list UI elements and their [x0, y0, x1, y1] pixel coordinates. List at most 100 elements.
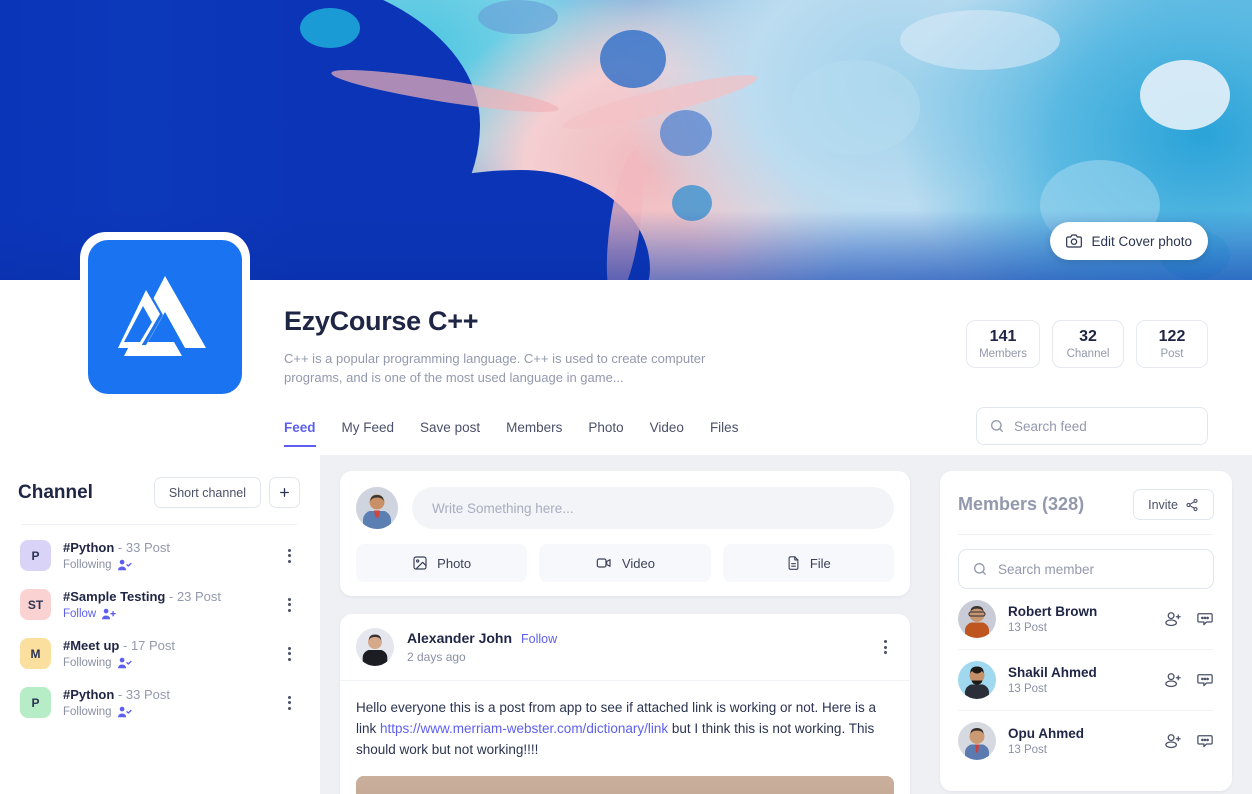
stat-channel-label: Channel [1066, 347, 1110, 360]
post-author-name: Alexander John [407, 630, 513, 646]
message-icon[interactable] [1196, 610, 1214, 628]
channel-name: #Python [63, 540, 115, 555]
plus-icon [278, 486, 291, 499]
message-icon[interactable] [1196, 671, 1214, 689]
add-channel-button[interactable] [269, 477, 300, 508]
edit-cover-photo-button[interactable]: Edit Cover photo [1050, 222, 1208, 260]
members-list: Robert Brown 13 Post Shakil Ahmed 13 Pos… [958, 589, 1214, 771]
tab-members[interactable]: Members [506, 420, 562, 447]
channel-name: #Python [63, 687, 115, 702]
post-composer: Photo Video [340, 471, 910, 596]
tab-my-feed[interactable]: My Feed [342, 420, 395, 447]
add-photo-button[interactable]: Photo [356, 544, 528, 582]
channel-avatar: P [20, 687, 51, 718]
post-image[interactable] [356, 776, 894, 794]
channel-list-item[interactable]: ST #Sample Testing - 23 Post Follow [18, 580, 300, 629]
members-title-label: Members [958, 494, 1038, 514]
search-member-input[interactable] [998, 561, 1200, 577]
page-title: EzyCourse C++ [284, 306, 479, 336]
channel-options-button[interactable] [280, 547, 298, 565]
channel-options-button[interactable] [280, 645, 298, 663]
community-logo [80, 232, 250, 402]
member-actions [1164, 732, 1214, 750]
channel-follow-label: Following [63, 657, 112, 669]
short-channel-button[interactable]: Short channel [153, 477, 261, 508]
member-list-item: Shakil Ahmed 13 Post [958, 650, 1214, 711]
composer-top [356, 487, 894, 529]
edit-cover-photo-label: Edit Cover photo [1091, 233, 1192, 249]
add-file-button[interactable]: File [722, 544, 894, 582]
channel-info: #Sample Testing - 23 Post Follow [63, 589, 268, 620]
post-header: Alexander John Follow 2 days ago [340, 614, 910, 681]
tab-save-post[interactable]: Save post [420, 420, 480, 447]
post-options-button[interactable] [876, 638, 894, 656]
add-video-button[interactable]: Video [539, 544, 711, 582]
channel-post-count: 17 Post [130, 638, 176, 653]
tab-feed[interactable]: Feed [284, 420, 316, 447]
channel-follow-state[interactable]: Follow [63, 608, 268, 620]
member-post-count: 13 Post [1008, 683, 1047, 695]
channel-separator: - [117, 540, 123, 555]
composer-input[interactable] [432, 500, 874, 516]
channel-follow-label: Following [63, 559, 112, 571]
post-follow-link[interactable]: Follow [521, 632, 557, 646]
stat-members-label: Members [979, 347, 1027, 360]
avatar[interactable] [958, 722, 996, 760]
user-check-icon [117, 706, 132, 718]
user-check-icon [117, 657, 132, 669]
channel-info: #Meet up - 17 Post Following [63, 638, 268, 669]
channel-name-row: #Sample Testing - 23 Post [63, 589, 268, 604]
channel-follow-label: Following [63, 706, 112, 718]
channel-follow-label: Follow [63, 608, 97, 620]
stat-post-value: 122 [1158, 327, 1186, 345]
member-name: Shakil Ahmed [1008, 665, 1097, 680]
tab-files[interactable]: Files [710, 420, 739, 447]
post-author-row: Alexander John Follow [407, 630, 863, 646]
channel-name: #Meet up [63, 638, 120, 653]
tab-photo[interactable]: Photo [588, 420, 623, 447]
channel-follow-state[interactable]: Following [63, 657, 268, 669]
post-text: Hello everyone this is a post from app t… [340, 681, 910, 770]
add-friend-icon[interactable] [1164, 732, 1182, 750]
member-post-count: 13 Post [1008, 744, 1047, 756]
channel-separator: - [122, 638, 128, 653]
add-video-label: Video [621, 555, 655, 571]
channel-list-item[interactable]: P #Python - 33 Post Following [18, 678, 300, 727]
channel-list: P #Python - 33 Post Following ST #Sample… [18, 531, 300, 727]
members-title: Members (328) [958, 494, 1084, 515]
channel-list-item[interactable]: M #Meet up - 17 Post Following [18, 629, 300, 678]
search-member-box[interactable] [958, 549, 1214, 589]
composer-input-wrap[interactable] [412, 487, 894, 529]
search-icon [972, 561, 988, 577]
avatar[interactable] [356, 628, 394, 666]
add-file-label: File [809, 555, 831, 571]
post-link[interactable]: https://www.merriam-webster.com/dictiona… [380, 721, 668, 736]
channel-info: #Python - 33 Post Following [63, 540, 268, 571]
stat-members-value: 141 [989, 327, 1017, 345]
channel-separator: - [117, 687, 123, 702]
message-icon[interactable] [1196, 732, 1214, 750]
invite-button[interactable]: Invite [1133, 489, 1214, 520]
avatar[interactable] [958, 661, 996, 699]
camera-icon [1066, 233, 1083, 249]
post-meta: Alexander John Follow 2 days ago [407, 630, 863, 664]
channel-follow-state[interactable]: Following [63, 559, 268, 571]
avatar [356, 487, 398, 529]
avatar[interactable] [958, 600, 996, 638]
add-friend-icon[interactable] [1164, 671, 1182, 689]
channel-sidebar-actions: Short channel [153, 477, 300, 508]
add-friend-icon[interactable] [1164, 610, 1182, 628]
channel-list-item[interactable]: P #Python - 33 Post Following [18, 531, 300, 580]
channel-sidebar: Channel Short channel P #Python - 33 Pos… [0, 455, 320, 794]
channel-options-button[interactable] [280, 596, 298, 614]
channel-options-button[interactable] [280, 694, 298, 712]
search-feed-input[interactable] [1014, 418, 1195, 434]
channel-name-row: #Meet up - 17 Post [63, 638, 268, 653]
channel-follow-state[interactable]: Following [63, 706, 268, 718]
channel-avatar: M [20, 638, 51, 669]
composer-actions: Photo Video File [356, 544, 894, 582]
member-actions [1164, 610, 1214, 628]
search-feed-box[interactable] [976, 407, 1208, 445]
tab-video[interactable]: Video [650, 420, 684, 447]
profile-tabs: Feed My Feed Save post Members Photo Vid… [284, 420, 738, 447]
